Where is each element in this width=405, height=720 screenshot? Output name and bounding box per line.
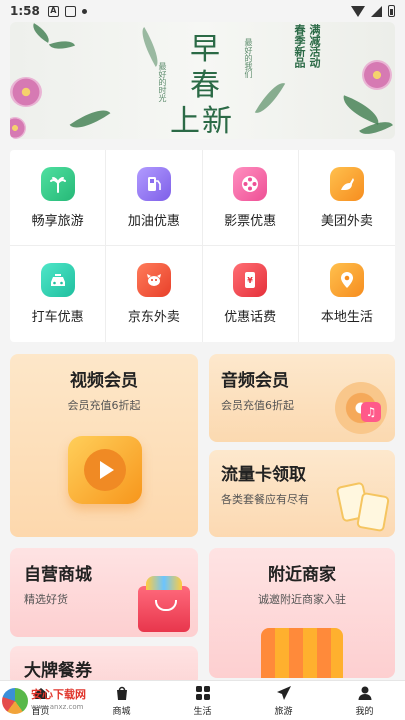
notification-square-icon xyxy=(64,5,76,17)
watermark-logo-icon xyxy=(2,688,28,714)
card-title: 视频会员 xyxy=(70,371,138,391)
self-mall-card[interactable]: 自营商城 精选好货 xyxy=(10,548,198,637)
film-reel-icon xyxy=(233,166,268,201)
shopping-bag-icon xyxy=(113,685,130,702)
status-bar: 1:58 A xyxy=(0,0,405,22)
leaf-decoration xyxy=(69,101,111,137)
service-movie[interactable]: 影票优惠 xyxy=(202,150,299,246)
service-phone-bill[interactable]: ¥ 优惠话费 xyxy=(203,246,299,342)
service-label: 影票优惠 xyxy=(224,213,277,229)
video-membership-card[interactable]: 视频会员 会员充值6折起 xyxy=(10,354,198,537)
service-label: 加油优惠 xyxy=(127,213,180,229)
data-card-claim-card[interactable]: 流量卡领取 各类套餐应有尽有 xyxy=(209,450,395,537)
service-jd[interactable]: 京东外卖 xyxy=(106,246,203,342)
banner-side-line2: 满减活动 xyxy=(308,24,321,68)
wifi-icon xyxy=(351,5,365,17)
shopping-bag-illustration-icon xyxy=(138,576,190,632)
storefront-icon xyxy=(261,628,343,678)
card-title: 附近商家 xyxy=(268,565,336,585)
flower-decoration xyxy=(10,77,42,107)
service-label: 美团外卖 xyxy=(320,213,373,229)
grid-icon xyxy=(194,685,211,702)
service-meituan[interactable]: 美团外卖 xyxy=(298,150,395,246)
location-pin-icon xyxy=(329,263,364,297)
watermark-url: www.anxz.com xyxy=(31,703,84,711)
audio-membership-card[interactable]: 音频会员 会员充值6折起 ♫ xyxy=(209,354,395,442)
service-taxi[interactable]: 打车优惠 xyxy=(10,246,107,342)
banner-small-right: 最好的我们 xyxy=(244,38,253,78)
service-local[interactable]: 本地生活 xyxy=(299,246,395,342)
nav-label: 商城 xyxy=(112,706,131,717)
banner-title-line1: 早春 xyxy=(190,32,222,103)
nav-travel[interactable]: 旅游 xyxy=(243,681,324,720)
watermark-name: 安心下载网 xyxy=(31,688,86,701)
notification-a-icon: A xyxy=(47,5,59,17)
flower-decoration xyxy=(362,60,392,90)
person-icon xyxy=(356,685,373,702)
nav-mall[interactable]: 商城 xyxy=(81,681,162,720)
leaf-decoration xyxy=(49,36,75,54)
nav-life[interactable]: 生活 xyxy=(162,681,243,720)
service-travel[interactable]: 畅享旅游 xyxy=(10,150,107,246)
fuel-pump-icon xyxy=(136,166,171,201)
palm-tree-icon xyxy=(40,166,75,201)
nav-label: 生活 xyxy=(193,706,212,717)
watermark-logo: 安心下载网 www.anxz.com xyxy=(0,686,86,716)
sim-card-icon xyxy=(356,491,390,533)
banner-small-left: 最好的时光 xyxy=(158,62,167,102)
service-grid: 畅享旅游 加油优惠 影票优惠 美团外卖 打车优惠 京东外卖 ¥ 优惠话费 本地生… xyxy=(10,150,395,342)
flower-decoration xyxy=(10,117,26,139)
nav-label: 我的 xyxy=(355,706,374,717)
banner-title-line2: 上新 xyxy=(170,104,234,139)
nav-mine[interactable]: 我的 xyxy=(324,681,405,720)
nav-label: 旅游 xyxy=(274,706,293,717)
promo-banner[interactable]: 早春 上新 最好的时光 最好的我们 春季新品 满减活动 xyxy=(10,22,395,139)
service-label: 优惠话费 xyxy=(224,310,277,325)
banner-side-text: 春季新品 满减活动 xyxy=(293,24,323,68)
phone-bill-icon: ¥ xyxy=(233,263,268,297)
cellular-icon xyxy=(371,5,382,17)
video-play-icon xyxy=(68,436,142,504)
leaf-decoration xyxy=(338,95,384,125)
nearby-merchants-card[interactable]: 附近商家 诚邀附近商家入驻 xyxy=(209,548,395,678)
service-label: 打车优惠 xyxy=(31,310,84,325)
service-label: 畅享旅游 xyxy=(31,213,84,229)
card-subtitle: 会员充值6折起 xyxy=(67,399,141,412)
card-subtitle: 诚邀附近商家入驻 xyxy=(258,593,346,606)
card-title: 大牌餐券 xyxy=(24,661,92,681)
service-label: 本地生活 xyxy=(320,310,373,325)
service-fuel[interactable]: 加油优惠 xyxy=(106,150,203,246)
kangaroo-icon xyxy=(329,166,364,201)
leaf-decoration xyxy=(135,27,165,67)
paper-plane-icon xyxy=(275,685,292,702)
taxi-icon xyxy=(40,263,75,297)
leaf-decoration xyxy=(28,23,54,43)
dot-icon xyxy=(81,8,87,14)
battery-icon xyxy=(388,5,395,17)
banner-title: 早春 上新 xyxy=(170,32,250,139)
watermark-text: 安心下载网 www.anxz.com xyxy=(31,689,86,713)
dog-icon xyxy=(136,263,171,297)
svg-text:¥: ¥ xyxy=(247,276,253,285)
service-label: 京东外卖 xyxy=(127,310,180,325)
status-time: 1:58 xyxy=(10,4,40,18)
leaf-decoration xyxy=(254,77,286,119)
banner-side-line1: 春季新品 xyxy=(293,24,306,68)
music-note-icon: ♫ xyxy=(361,402,381,422)
